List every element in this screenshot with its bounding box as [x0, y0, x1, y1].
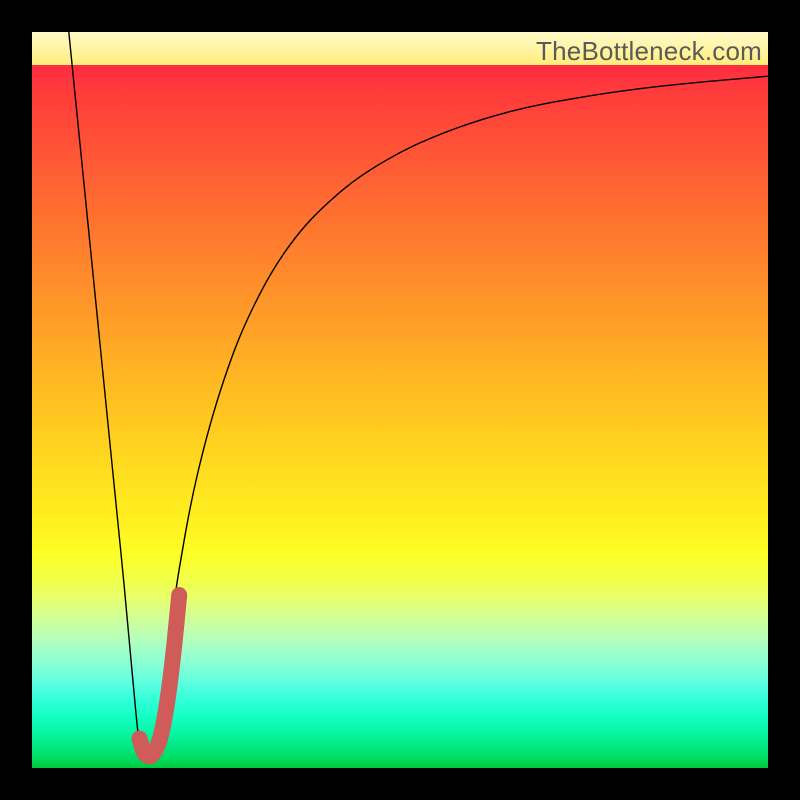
watermark-text: TheBottleneck.com: [536, 36, 762, 67]
curve-layer: [32, 32, 768, 768]
outer-frame: TheBottleneck.com: [0, 0, 800, 800]
plot-area: TheBottleneck.com: [32, 32, 768, 768]
thick-hook-path: [139, 595, 179, 756]
